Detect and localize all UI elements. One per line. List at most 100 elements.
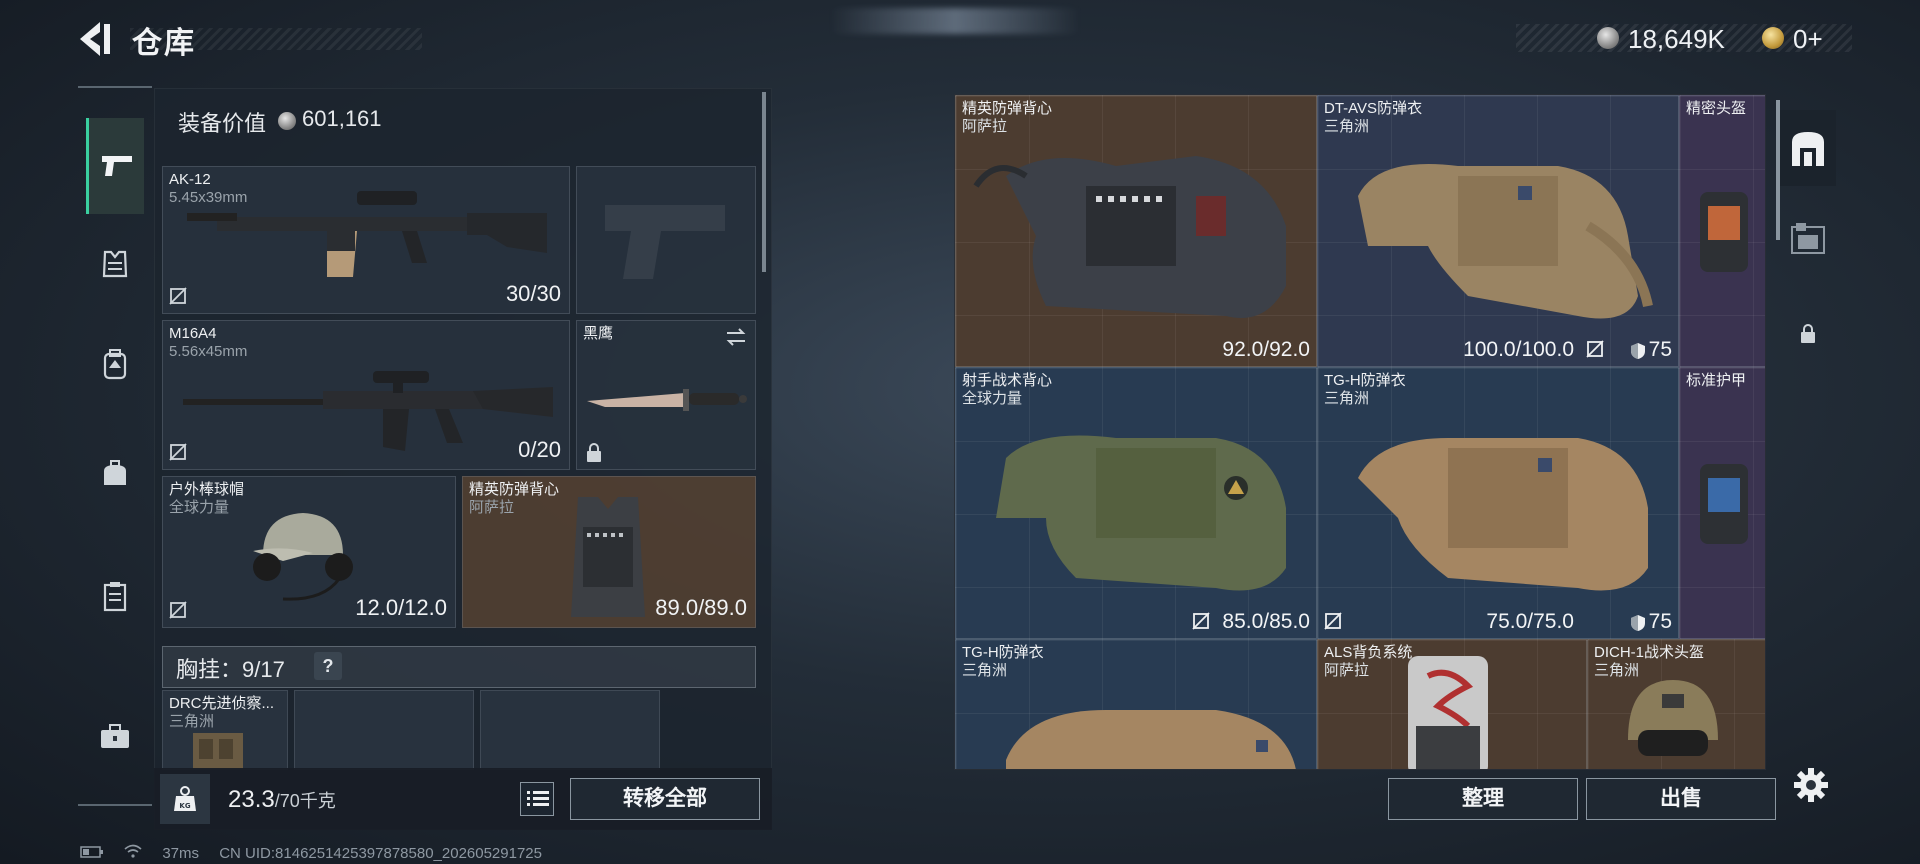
nav-backpack[interactable] [86,336,144,392]
item-brand: 三角洲 [1324,118,1370,135]
nav-storage-secondary[interactable] [1780,210,1836,266]
ammo-count: 30/30 [505,281,561,306]
pistol-icon [101,156,132,176]
backpack-icon [103,349,127,380]
elite-vest-image [973,156,1286,318]
gold-coin-icon [1762,27,1784,49]
ammo-count: 0/20 [518,437,561,462]
item-brand: 阿萨拉 [469,499,515,516]
nav-bag[interactable] [86,446,144,502]
tg-h-vest-image [1006,710,1296,769]
item-brand: 全球力量 [169,499,230,516]
weight-current: 23.3 [228,786,275,813]
toolbox-icon [101,724,129,748]
storage-item[interactable]: DT-AVS防弹衣 三角洲 100.0/100.0 75 [1317,95,1679,367]
item-name: DT-AVS防弹衣 [1324,100,1423,117]
item-name: DRC先进侦察... [169,695,275,712]
helmet-slot[interactable]: 户外棒球帽 全球力量 12.0/12.0 [162,476,456,628]
nav-weapons[interactable] [86,118,144,214]
no-insurance-icon [169,601,187,619]
no-insurance-icon [169,443,187,461]
nav-container[interactable] [86,568,144,624]
nav-armor[interactable] [86,236,144,292]
back-button[interactable] [78,20,118,58]
list-icon [527,791,549,806]
case-icon [103,582,127,612]
storage-item[interactable]: ALS背负系统 阿萨拉 [1317,639,1587,769]
storage-item[interactable]: 标准护甲 [1679,367,1765,639]
rig-empty-slot[interactable] [294,690,474,770]
item-brand: 阿萨拉 [1324,662,1370,679]
durability: 85.0/85.0 [1222,610,1310,633]
item-name: TG-H防弹衣 [1324,372,1406,389]
weight-icon-box: KG [160,774,210,824]
back-arrow-icon [80,22,110,56]
item-name: 精密头盔 [1686,100,1747,117]
storage-item[interactable]: 射手战术背心 全球力量 85.0/85.0 [955,367,1317,639]
weight-max: /70千克 [274,791,336,811]
armor-slot[interactable]: 精英防弹背心 阿萨拉 89.0/89.0 [462,476,756,628]
item-name: DICH-1战术头盔 [1594,644,1705,661]
armor-level: 75 [1648,610,1672,633]
item-brand: 阿萨拉 [962,118,1008,135]
m16a4-rifle-image [183,371,553,451]
uid-text: CN UID:8146251425397878580_202605291725 [219,845,542,862]
carry-weight: 23.3/70千克 [228,786,336,814]
tactical-helmet-image [1628,680,1718,756]
storage-item[interactable]: 精密头盔 [1679,95,1765,367]
swap-icon[interactable] [725,327,747,347]
weight-icon: KG [174,786,196,811]
nav-storage-locked[interactable] [1780,306,1836,362]
nav-toolbox[interactable] [86,708,144,764]
storage-item[interactable]: TG-H防弹衣 三角洲 75.0/75.0 75 [1317,367,1679,639]
item-brand: 三角洲 [1324,390,1370,407]
sort-button[interactable]: 整理 [1388,778,1578,820]
pistol-slot[interactable] [576,166,756,314]
storage-rack-icon [1791,223,1825,254]
item-name: 标准护甲 [1686,372,1747,389]
armor-plate-image [1700,464,1748,544]
gold-currency-amount[interactable]: 0+ [1793,24,1823,55]
chest-rig-title: 胸挂： [176,657,243,682]
equipment-value-label: 装备价值 [178,111,267,136]
transfer-all-button[interactable]: 转移全部 [570,778,760,820]
silver-currency-amount: 18,649K [1628,24,1725,54]
list-view-button[interactable] [520,782,554,816]
secondary-weapon-slot[interactable]: M16A4 5.56x45mm 0/20 [162,320,570,470]
storage-item[interactable]: TG-H防弹衣 三角洲 [955,639,1317,769]
pouch-icon [104,460,126,485]
dt-avs-vest-image [1358,164,1653,319]
primary-weapon-slot[interactable]: AK-12 5.45x39mm 30/30 [162,166,570,314]
nav-storage-home[interactable] [1780,110,1836,186]
ceiling-light [830,8,1080,34]
storage-item[interactable]: 精英防弹背心 阿萨拉 92.0/92.0 [955,95,1317,367]
left-nav [78,86,152,806]
item-name: 黑鹰 [583,325,614,342]
rig-empty-slot[interactable] [480,690,660,770]
baseball-cap-image [253,513,353,601]
item-name: 户外棒球帽 [169,481,245,498]
vest-image [571,497,645,617]
help-icon[interactable]: ? [314,652,342,680]
durability: 100.0/100.0 [1463,338,1574,361]
sell-button[interactable]: 出售 [1586,778,1776,820]
scrollbar[interactable] [762,92,766,272]
chest-rig-label: 胸挂：9/17 [176,652,285,684]
item-brand: 全球力量 [962,390,1023,407]
armor-level: 75 [1648,338,1672,361]
warehouse-icon [1792,132,1824,166]
rig-item-slot[interactable]: DRC先进侦察... 三角洲 [162,690,288,770]
storage-item[interactable]: DICH-1战术头盔 三角洲 [1587,639,1765,769]
equipment-value: 601,161 [302,106,382,131]
battery-icon [80,845,108,862]
silver-coin-icon [278,112,296,130]
item-name: 精英防弹背心 [469,481,560,498]
durability: 89.0/89.0 [655,595,747,620]
settings-button[interactable] [1792,766,1830,804]
marksman-vest-image [996,435,1286,591]
vest-icon [102,250,128,278]
storage-grid: 精英防弹背心 阿萨拉 92.0/92.0 DT-AVS防弹衣 三角洲 100.0… [954,94,1766,770]
durability: 12.0/12.0 [355,595,447,620]
melee-slot[interactable]: 黑鹰 [576,320,756,470]
no-insurance-icon [1324,612,1342,630]
